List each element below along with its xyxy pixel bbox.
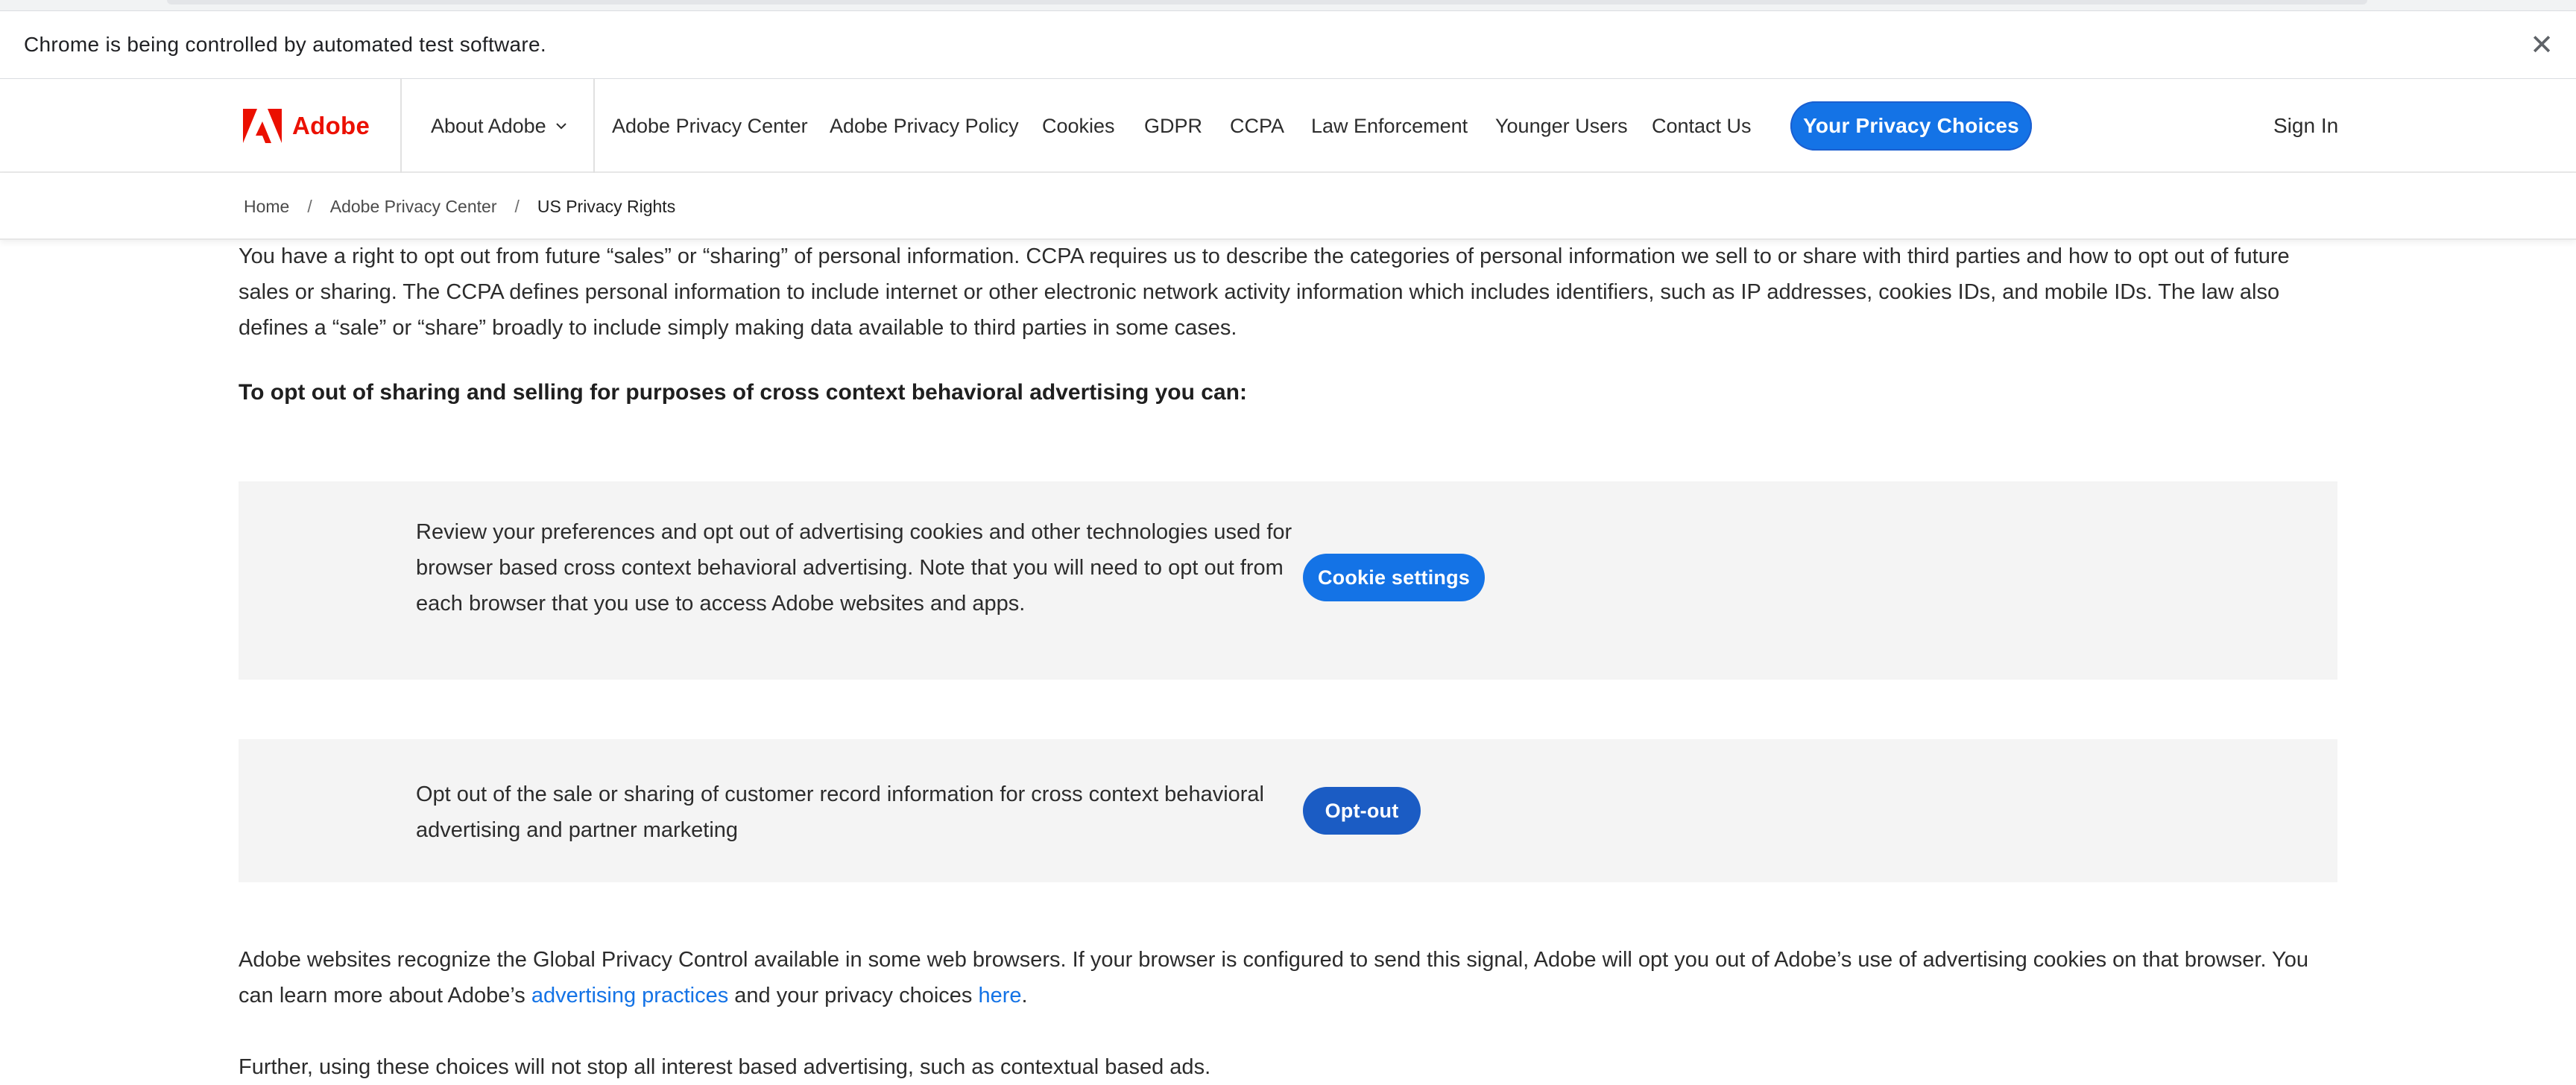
chevron-down-icon [555, 123, 566, 130]
breadcrumb-current: US Privacy Rights [537, 196, 676, 216]
close-icon[interactable]: ✕ [2527, 31, 2557, 60]
breadcrumb: Home / Adobe Privacy Center / US Privacy… [0, 173, 2576, 240]
sign-in-link[interactable]: Sign In [2273, 79, 2338, 173]
nav-cookies[interactable]: Cookies [1042, 79, 1115, 173]
nav-divider [400, 79, 402, 173]
breadcrumb-home[interactable]: Home [244, 197, 289, 217]
optout-panel-text: Opt out of the sale or sharing of custom… [416, 782, 1264, 842]
here-link[interactable]: here [978, 984, 1021, 1008]
nav-contact-us[interactable]: Contact Us [1652, 79, 1752, 173]
automation-message: Chrome is being controlled by automated … [24, 33, 546, 56]
advertising-practices-link[interactable]: advertising practices [531, 984, 728, 1008]
browser-top-strip [0, 0, 2576, 10]
gpc-text-after: . [1021, 984, 1028, 1008]
adobe-logo-link[interactable]: Adobe [243, 79, 370, 173]
opt-out-panel: Opt out of the sale or sharing of custom… [239, 739, 2337, 882]
gpc-text-middle: and your privacy choices [728, 984, 979, 1008]
nav-privacy-center[interactable]: Adobe Privacy Center [612, 79, 808, 173]
your-privacy-choices-button[interactable]: Your Privacy Choices [1790, 101, 2032, 151]
breadcrumb-separator: / [514, 196, 520, 216]
intro-paragraph: You have a right to opt out from future … [239, 244, 2290, 340]
breadcrumb-separator: / [307, 196, 312, 216]
global-nav: Adobe About Adobe Adobe Privacy Center A… [0, 79, 2576, 173]
nav-privacy-policy[interactable]: Adobe Privacy Policy [830, 79, 1019, 173]
cookie-settings-panel: Review your preferences and opt out of a… [239, 481, 2337, 680]
automation-infobar: Chrome is being controlled by automated … [0, 10, 2576, 79]
address-bar-edge [167, 0, 2367, 4]
nav-about-adobe[interactable]: About Adobe [431, 79, 567, 173]
nav-divider [593, 79, 595, 173]
cookie-settings-button[interactable]: Cookie settings [1303, 554, 1485, 601]
cookie-panel-text: Review your preferences and opt out of a… [416, 520, 1292, 616]
opt-out-button[interactable]: Opt-out [1303, 787, 1421, 835]
nav-gdpr[interactable]: GDPR [1144, 79, 1202, 173]
adobe-logo-icon [243, 109, 282, 143]
opt-out-heading: To opt out of sharing and selling for pu… [239, 380, 1247, 405]
nav-about-label: About Adobe [431, 114, 546, 137]
nav-law-enforcement[interactable]: Law Enforcement [1311, 79, 1468, 173]
nav-ccpa[interactable]: CCPA [1230, 79, 1284, 173]
gpc-paragraph: Adobe websites recognize the Global Priv… [239, 942, 2337, 1013]
further-paragraph: Further, using these choices will not st… [239, 1055, 1211, 1079]
brand-name: Adobe [292, 112, 370, 139]
nav-younger-users[interactable]: Younger Users [1495, 79, 1628, 173]
breadcrumb-privacy-center[interactable]: Adobe Privacy Center [330, 197, 497, 217]
